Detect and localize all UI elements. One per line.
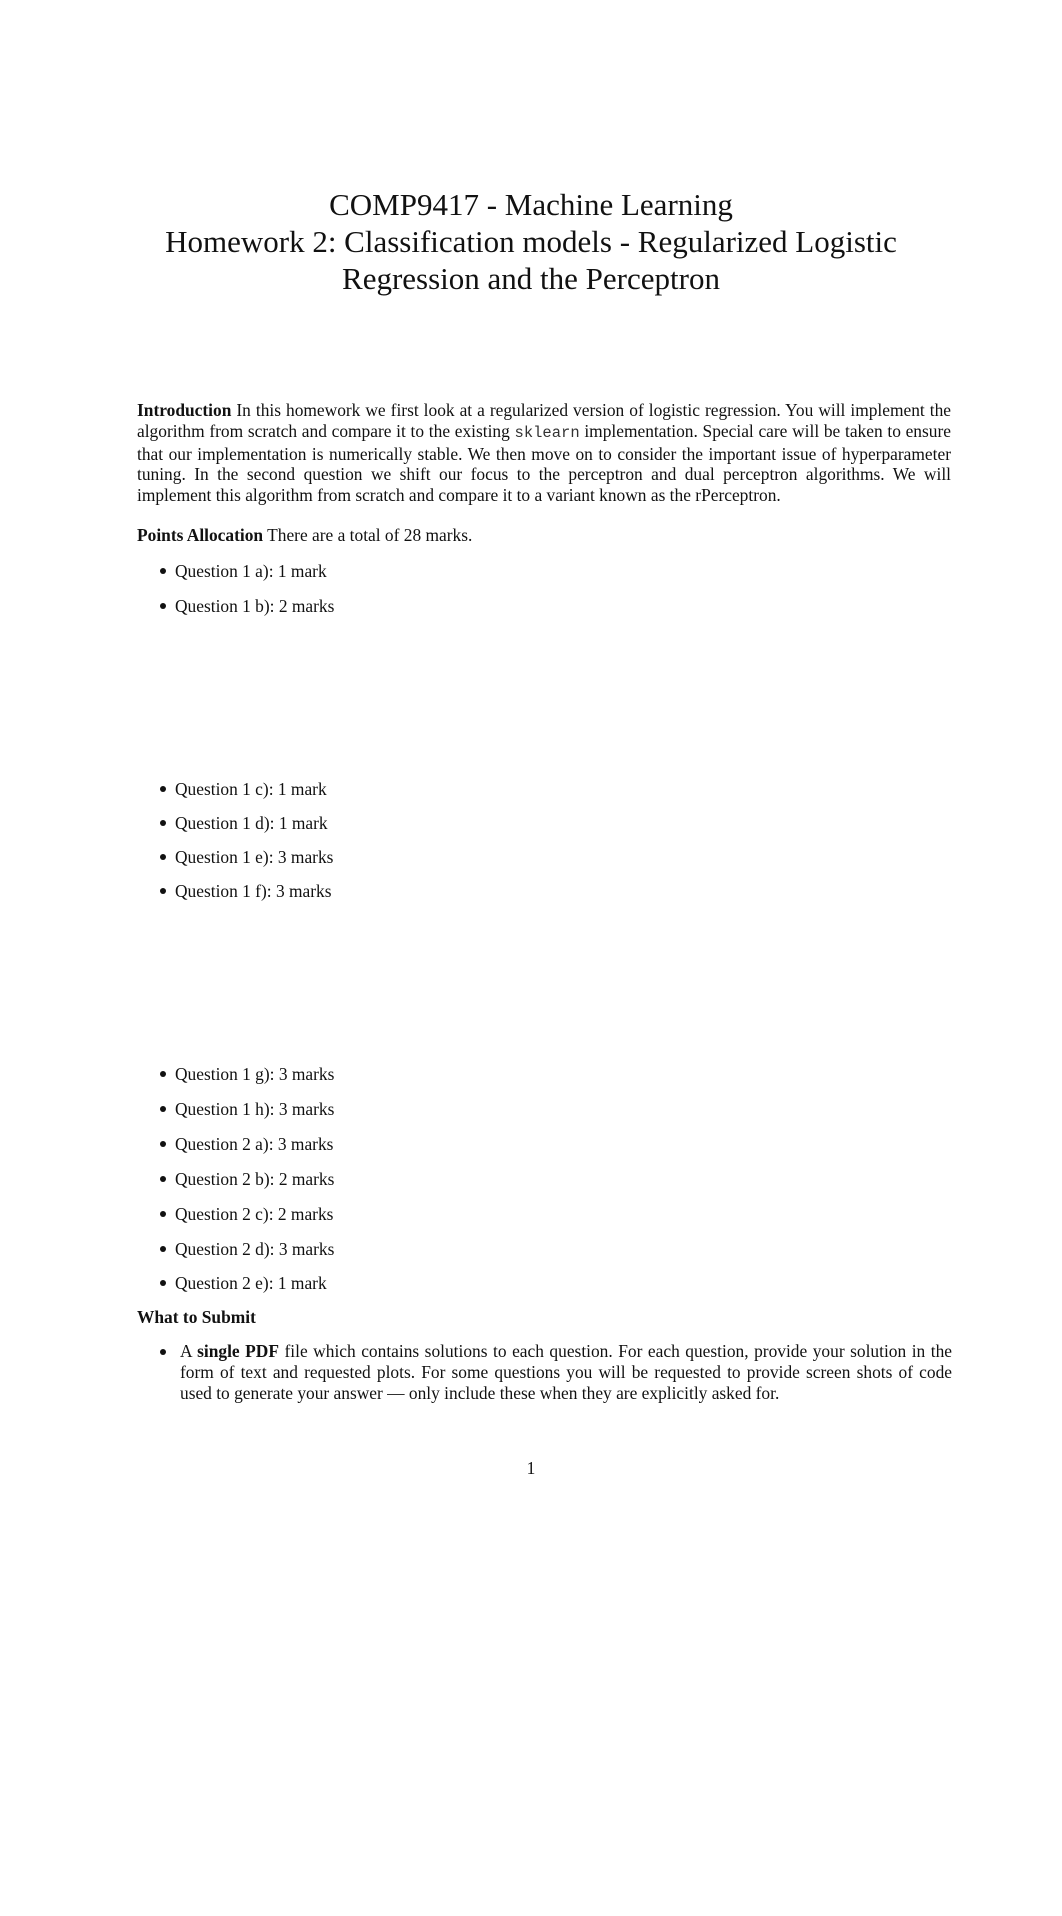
document-title: COMP9417 - Machine Learning Homework 2: … [0, 186, 1062, 297]
list-item: Question 2 d): 3 marks [160, 1239, 334, 1259]
what-to-submit-heading: What to Submit [137, 1307, 256, 1327]
title-subtitle: Regression and the Perceptron [342, 261, 720, 296]
title-homework: Homework 2: Classification models - Regu… [165, 224, 897, 259]
bullet-icon [160, 1211, 166, 1217]
points-allocation-paragraph: Points Allocation There are a total of 2… [137, 525, 472, 546]
list-item: Question 1 g): 3 marks [160, 1064, 334, 1084]
list-item: Question 1 e): 3 marks [160, 847, 333, 867]
list-item: Question 1 h): 3 marks [160, 1099, 334, 1119]
list-item: Question 1 b): 2 marks [160, 596, 334, 616]
list-item: Question 1 d): 1 mark [160, 813, 328, 833]
sklearn-code: sklearn [514, 423, 580, 442]
bullet-icon [160, 568, 166, 574]
bullet-icon [160, 1071, 166, 1077]
list-item: Question 1 c): 1 mark [160, 779, 327, 799]
bullet-icon [160, 820, 166, 826]
list-item: Question 1 a): 1 mark [160, 561, 327, 581]
bullet-icon [160, 1176, 166, 1182]
introduction-paragraph: Introduction In this homework we first l… [137, 400, 951, 506]
bullet-icon [160, 603, 166, 609]
submit-item-text: A single PDF file which contains solutio… [180, 1341, 952, 1403]
bullet-icon [160, 786, 166, 792]
list-item: Question 2 e): 1 mark [160, 1273, 327, 1293]
bullet-icon [160, 854, 166, 860]
list-item: Question 1 f): 3 marks [160, 881, 332, 901]
points-allocation-heading: Points Allocation [137, 525, 264, 545]
bullet-icon [160, 1106, 166, 1112]
introduction-heading: Introduction [137, 400, 232, 420]
bullet-icon [160, 1141, 166, 1147]
bullet-icon [160, 1349, 166, 1355]
bullet-icon [160, 1280, 166, 1286]
bullet-icon [160, 888, 166, 894]
points-allocation-text: There are a total of 28 marks. [263, 525, 473, 545]
list-item: Question 2 c): 2 marks [160, 1204, 333, 1224]
page-number: 1 [526, 1458, 536, 1478]
submit-list-item: A single PDF file which contains solutio… [160, 1341, 952, 1403]
title-course: COMP9417 - Machine Learning [329, 187, 733, 222]
single-pdf-emphasis: single PDF [197, 1341, 279, 1361]
document-page: COMP9417 - Machine Learning Homework 2: … [0, 0, 1062, 1916]
list-item: Question 2 a): 3 marks [160, 1134, 333, 1154]
list-item: Question 2 b): 2 marks [160, 1169, 334, 1189]
bullet-icon [160, 1246, 166, 1252]
